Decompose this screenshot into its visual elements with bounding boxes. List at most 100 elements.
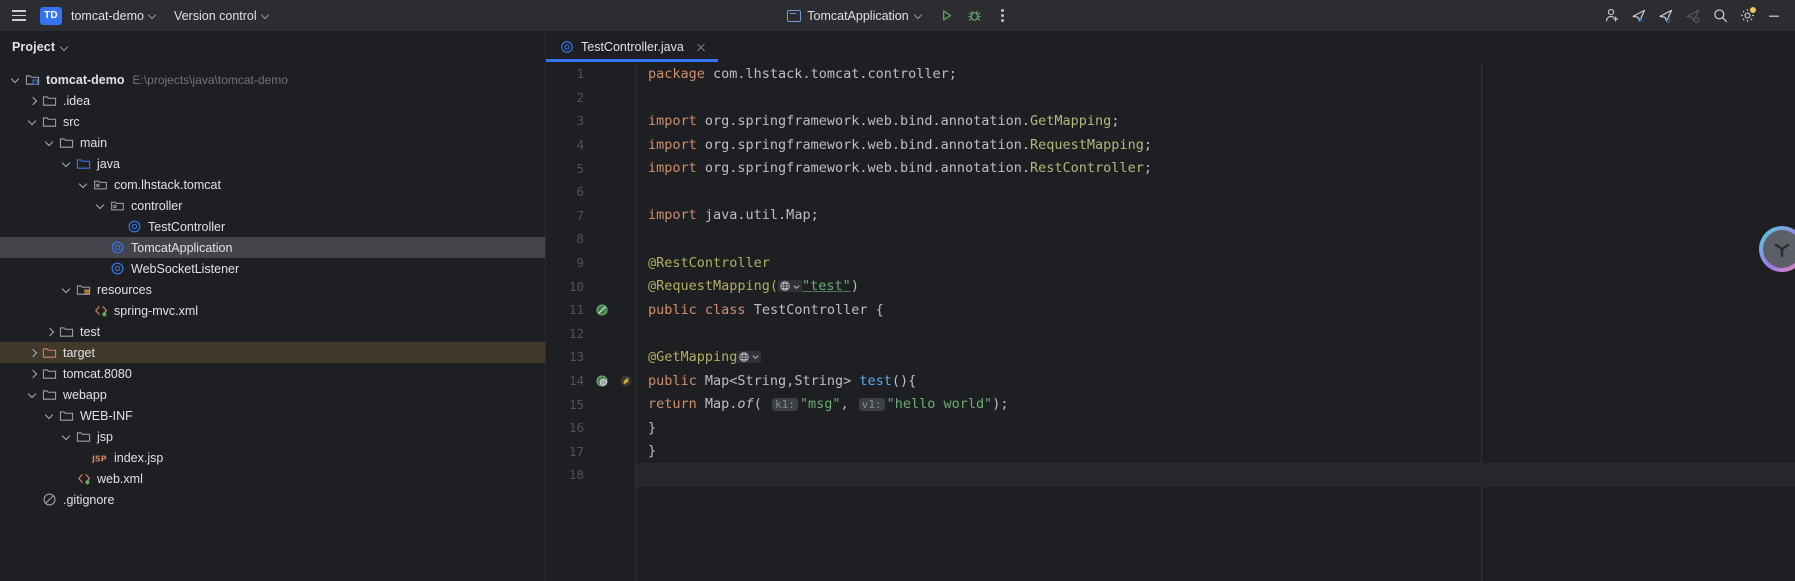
gutter-line-10[interactable]: 10 [546, 274, 636, 298]
chevron-right-icon[interactable] [25, 366, 41, 382]
more-options-button[interactable] [990, 3, 1016, 29]
gutter-line-11[interactable]: 11 [546, 298, 636, 322]
code-line-7[interactable]: import java.util.Map; [636, 204, 1795, 228]
code-line-2[interactable] [636, 86, 1795, 110]
version-control-dropdown[interactable]: Version control [167, 6, 278, 26]
tree-row-main[interactable]: main [0, 132, 545, 153]
code-line-5[interactable]: import org.springframework.web.bind.anno… [636, 156, 1795, 180]
search-icon[interactable] [1707, 3, 1733, 29]
hamburger-menu-icon[interactable] [6, 3, 32, 29]
run-configuration-selector[interactable]: TomcatApplication [779, 6, 931, 26]
code-line-12[interactable] [636, 322, 1795, 346]
project-name-dropdown[interactable]: tomcat-demo [64, 6, 165, 26]
code-line-14[interactable]: public Map<String,String> test(){ [636, 369, 1795, 393]
tree-row--idea[interactable]: .idea [0, 90, 545, 111]
add-collaborator-icon[interactable] [1599, 3, 1625, 29]
gutter-line-9[interactable]: 9 [546, 251, 636, 275]
tree-row--gitignore[interactable]: .gitignore [0, 489, 545, 510]
chevron-down-icon[interactable] [59, 156, 75, 172]
tree-row-src[interactable]: src [0, 111, 545, 132]
tree-row-index-jsp[interactable]: JSPindex.jsp [0, 447, 545, 468]
tree-row-tomcatapplication[interactable]: TomcatApplication [0, 237, 545, 258]
code-line-13[interactable]: @GetMapping [636, 345, 1795, 369]
tree-row-web-xml[interactable]: web.xml [0, 468, 545, 489]
tree-row-com-lhstack-tomcat[interactable]: com.lhstack.tomcat [0, 174, 545, 195]
gutter-line-5[interactable]: 5 [546, 156, 636, 180]
tree-row-websocketlistener[interactable]: WebSocketListener [0, 258, 545, 279]
code-line-3[interactable]: import org.springframework.web.bind.anno… [636, 109, 1795, 133]
tree-row-tomcat-demo[interactable]: tomcat-demoE:\projects\java\tomcat-demo [0, 69, 545, 90]
project-panel-header[interactable]: Project [0, 32, 545, 62]
debug-button[interactable] [962, 3, 988, 29]
chevron-down-icon[interactable] [42, 135, 58, 151]
gutter-line-2[interactable]: 2 [546, 86, 636, 110]
gutter-line-3[interactable]: 3 [546, 109, 636, 133]
chevron-down-icon[interactable] [59, 429, 75, 445]
project-tool-window: Project tomcat-demoE:\projects\java\tomc… [0, 32, 546, 581]
chevron-right-icon[interactable] [42, 324, 58, 340]
send-zero-icon[interactable]: 0 [1653, 3, 1679, 29]
code-line-4[interactable]: import org.springframework.web.bind.anno… [636, 133, 1795, 157]
close-icon[interactable] [694, 40, 708, 54]
chevron-right-icon[interactable] [25, 345, 41, 361]
code-editor[interactable]: 123456789101112131415161718 package com.… [546, 62, 1795, 581]
code-line-10[interactable]: @RequestMapping("test") [636, 274, 1795, 298]
code-line-6[interactable] [636, 180, 1795, 204]
chevron-down-icon[interactable] [42, 408, 58, 424]
gutter-line-13[interactable]: 13 [546, 345, 636, 369]
web-endpoint-icon[interactable] [778, 280, 802, 292]
gutter-line-1[interactable]: 1 [546, 62, 636, 86]
tab-testcontroller-java[interactable]: TestController.java [546, 32, 718, 62]
gutter-line-15[interactable]: 15 [546, 392, 636, 416]
minimize-icon[interactable] [1761, 3, 1787, 29]
code-line-15[interactable]: return Map.of( k1:"msg", v1:"hello world… [636, 392, 1795, 416]
chevron-down-icon[interactable] [8, 72, 24, 88]
chevron-right-icon[interactable] [25, 93, 41, 109]
tree-row-controller[interactable]: controller [0, 195, 545, 216]
web-endpoint-icon[interactable] [737, 351, 761, 363]
code-line-9[interactable]: @RestController [636, 251, 1795, 275]
gutter-line-17[interactable]: 17 [546, 440, 636, 464]
chevron-down-icon[interactable] [25, 387, 41, 403]
chevron-down-icon[interactable] [76, 177, 92, 193]
tree-row-java[interactable]: java [0, 153, 545, 174]
send-run-icon[interactable] [1626, 3, 1652, 29]
tree-row-webapp[interactable]: webapp [0, 384, 545, 405]
tree-row-spring-mvc-xml[interactable]: spring-mvc.xml [0, 300, 545, 321]
run-config-icon [787, 10, 801, 22]
tree-row-web-inf[interactable]: WEB-INF [0, 405, 545, 426]
code-line-16[interactable]: } [636, 416, 1795, 440]
code-content[interactable]: package com.lhstack.tomcat.controller; im… [636, 62, 1795, 581]
gutter-line-6[interactable]: 6 [546, 180, 636, 204]
gutter-line-12[interactable]: 12 [546, 322, 636, 346]
editor-gutter[interactable]: 123456789101112131415161718 [546, 62, 636, 581]
gutter-line-8[interactable]: 8 [546, 227, 636, 251]
gutter-line-7[interactable]: 7 [546, 204, 636, 228]
code-line-8[interactable] [636, 227, 1795, 251]
tree-arrow-placeholder [76, 303, 92, 319]
tree-row-resources[interactable]: resources [0, 279, 545, 300]
tree-row-tomcat-8080[interactable]: tomcat.8080 [0, 363, 545, 384]
mapping-marker-icon[interactable] [619, 374, 633, 388]
code-line-18[interactable] [636, 463, 1795, 487]
send-disabled-icon[interactable] [1680, 3, 1706, 29]
code-line-11[interactable]: public class TestController { [636, 298, 1795, 322]
gutter-line-14[interactable]: 14 [546, 369, 636, 393]
method-signature-end: (){ [892, 373, 916, 389]
code-line-1[interactable]: package com.lhstack.tomcat.controller; [636, 62, 1795, 86]
chevron-down-icon[interactable] [59, 282, 75, 298]
settings-gear-icon[interactable] [1734, 3, 1760, 29]
chevron-down-icon[interactable] [25, 114, 41, 130]
tree-row-test[interactable]: test [0, 321, 545, 342]
bean-class-marker-icon[interactable] [595, 303, 609, 317]
tree-row-testcontroller[interactable]: TestController [0, 216, 545, 237]
run-button[interactable] [934, 3, 960, 29]
gutter-line-18[interactable]: 18 [546, 463, 636, 487]
tree-row-jsp[interactable]: jsp [0, 426, 545, 447]
tree-row-target[interactable]: target [0, 342, 545, 363]
chevron-down-icon[interactable] [93, 198, 109, 214]
run-endpoint-icon[interactable] [595, 374, 609, 388]
gutter-line-16[interactable]: 16 [546, 416, 636, 440]
gutter-line-4[interactable]: 4 [546, 133, 636, 157]
code-line-17[interactable]: } [636, 440, 1795, 464]
